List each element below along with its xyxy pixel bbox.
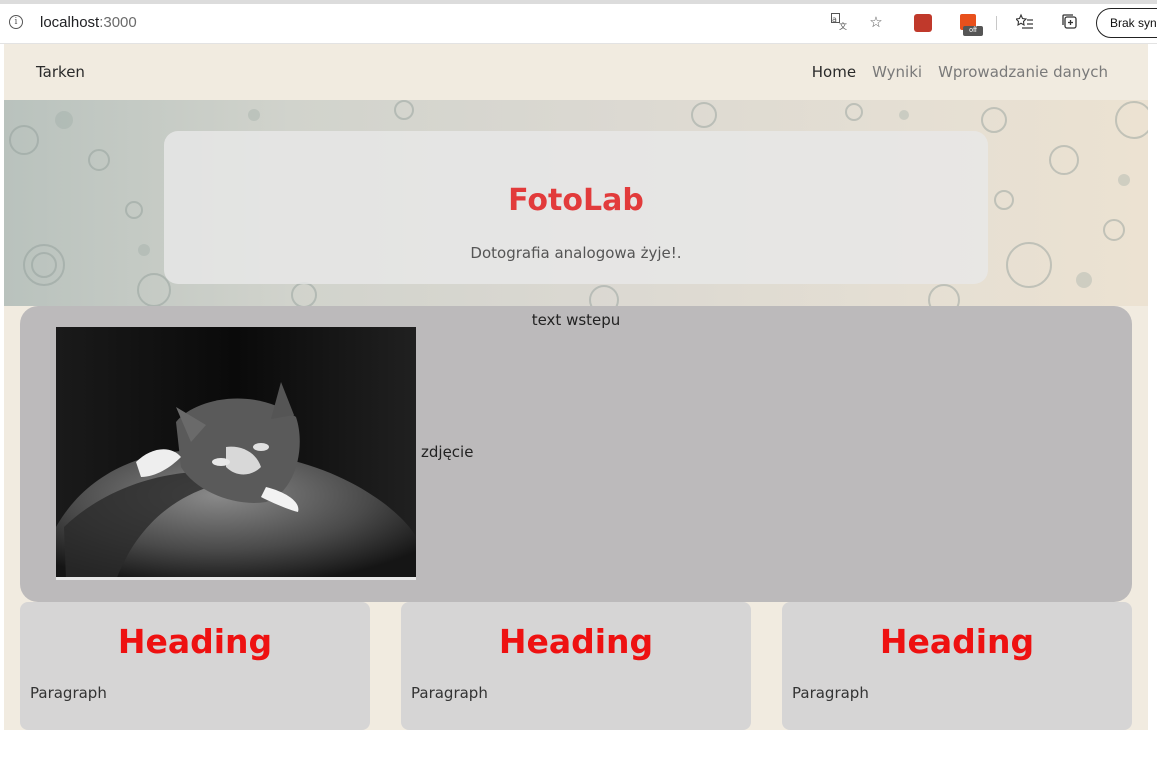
nav-link-wprowadzanie-danych[interactable]: Wprowadzanie danych [938, 63, 1108, 81]
url-port: :3000 [99, 14, 137, 31]
card-heading: Heading [879, 622, 1035, 661]
url-host: localhost [40, 14, 100, 31]
card: Heading Paragraph [20, 602, 370, 730]
card: Heading Paragraph [782, 602, 1132, 730]
favorites-list-icon[interactable] [1015, 12, 1035, 32]
collections-icon[interactable] [1060, 12, 1080, 32]
address-bar[interactable]: localhost:3000 [40, 14, 137, 31]
navbar: Tarken Home Wyniki Wprowadzanie danych [4, 44, 1148, 100]
nav-link-home[interactable]: Home [812, 63, 856, 81]
hero-title: FotoLab [508, 183, 644, 218]
svg-text:文: 文 [839, 21, 847, 31]
hero-card: FotoLab Dotografia analogowa żyje!. [164, 131, 988, 284]
nav-link-wyniki[interactable]: Wyniki [872, 63, 922, 81]
card-paragraph: Paragraph [792, 684, 869, 702]
translate-icon[interactable]: a文 [830, 12, 850, 32]
intro-section: text wstepu zdjęcie [20, 306, 1132, 602]
card-paragraph: Paragraph [30, 684, 107, 702]
card-heading: Heading [117, 622, 273, 661]
cards-row: Heading Paragraph Heading Paragraph Head… [20, 602, 1132, 730]
card-paragraph: Paragraph [411, 684, 488, 702]
hero-subtitle: Dotografia analogowa żyje!. [470, 244, 682, 262]
browser-toolbar: i localhost:3000 a文 ☆ off Brak synch [0, 0, 1157, 44]
hero-banner: FotoLab Dotografia analogowa żyje!. [4, 100, 1148, 306]
site-info-icon[interactable]: i [9, 15, 23, 29]
nav-links: Home Wyniki Wprowadzanie danych [812, 63, 1108, 81]
photo-caption: zdjęcie [421, 443, 474, 461]
navbar-brand[interactable]: Tarken [36, 63, 85, 81]
toolbar-divider [996, 16, 997, 30]
extension-red-icon[interactable] [914, 14, 932, 32]
extension-off-badge: off [963, 26, 983, 36]
card-heading: Heading [498, 622, 654, 661]
card: Heading Paragraph [401, 602, 751, 730]
page: Tarken Home Wyniki Wprowadzanie danych F… [4, 44, 1148, 730]
tab-strip [0, 0, 1157, 4]
sync-button[interactable]: Brak synch [1096, 8, 1157, 38]
favorite-star-icon[interactable]: ☆ [866, 12, 886, 32]
cat-photo [56, 327, 416, 580]
